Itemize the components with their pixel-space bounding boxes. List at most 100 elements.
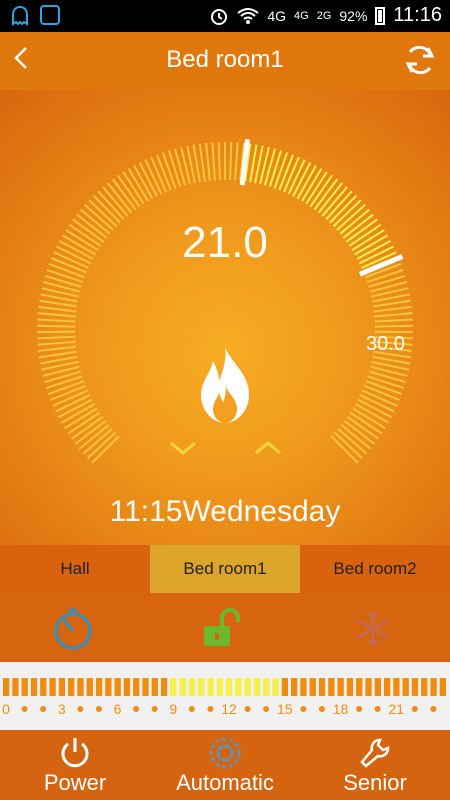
dial-tick xyxy=(365,380,403,396)
clock: 11:16 xyxy=(393,4,442,26)
schedule-slot[interactable] xyxy=(374,678,381,696)
decrease-temp-button[interactable] xyxy=(163,435,203,461)
senior-button[interactable]: Senior xyxy=(300,730,450,800)
schedule-slot[interactable] xyxy=(281,678,289,696)
schedule-slot[interactable] xyxy=(105,678,112,696)
temperature-dial[interactable] xyxy=(0,90,450,545)
dial-tick xyxy=(47,380,85,396)
hour-dot xyxy=(318,706,325,712)
schedule-slot[interactable] xyxy=(142,678,149,696)
mode-icon-row xyxy=(0,600,450,660)
network-small-1: 4G xyxy=(294,9,309,22)
schedule-slot[interactable] xyxy=(328,678,335,696)
battery-icon xyxy=(375,6,386,25)
schedule-slot[interactable] xyxy=(263,678,270,696)
schedule-slot[interactable] xyxy=(95,678,103,696)
power-label: Power xyxy=(43,770,107,795)
dial-tick xyxy=(45,375,83,390)
dial-tick xyxy=(234,142,239,181)
schedule-slot[interactable] xyxy=(49,678,56,696)
room-tab-label: Bed room1 xyxy=(183,559,267,578)
schedule-slot[interactable] xyxy=(253,678,261,696)
schedule-slot[interactable] xyxy=(383,678,391,696)
room-tab-bedroom2[interactable]: Bed room2 xyxy=(300,545,450,593)
room-tab-hall[interactable]: Hall xyxy=(0,545,150,593)
schedule-slot[interactable] xyxy=(133,678,140,696)
schedule-slot[interactable] xyxy=(179,678,186,696)
schedule-slot[interactable] xyxy=(318,678,326,696)
schedule-slot[interactable] xyxy=(114,678,121,696)
thermostat-panel: 21.0 30.0 11:15Wednesday xyxy=(0,90,450,545)
schedule-slot[interactable] xyxy=(21,678,28,696)
schedule-slot[interactable] xyxy=(291,678,298,696)
wrench-icon xyxy=(360,738,390,768)
schedule-slot[interactable] xyxy=(216,678,223,696)
timer-icon[interactable] xyxy=(50,606,96,652)
schedule-slot[interactable] xyxy=(365,678,372,696)
schedule-slot[interactable] xyxy=(58,678,66,696)
schedule-slot[interactable] xyxy=(151,678,158,696)
schedule-slot[interactable] xyxy=(198,678,205,696)
schedule-slot[interactable] xyxy=(40,678,47,696)
dial-tick xyxy=(161,152,177,189)
hour-label: 0 xyxy=(2,701,10,717)
dial-tick xyxy=(39,299,78,308)
dial-tick xyxy=(374,324,413,328)
dial-tick xyxy=(368,370,406,384)
schedule-slot[interactable] xyxy=(77,678,84,696)
schedule-slot[interactable] xyxy=(30,678,38,696)
dial-tick xyxy=(38,305,77,313)
refresh-icon[interactable] xyxy=(402,42,438,78)
schedule-slot[interactable] xyxy=(393,678,400,696)
schedule-slot[interactable] xyxy=(68,678,75,696)
schedule-slot[interactable] xyxy=(430,678,437,696)
schedule-slot[interactable] xyxy=(439,678,446,696)
battery-percent: 92% xyxy=(339,7,368,24)
dial-tick xyxy=(373,305,412,313)
room-tab-label: Bed room2 xyxy=(333,559,417,578)
schedule-slot[interactable] xyxy=(337,678,344,696)
hour-dot xyxy=(207,706,214,712)
snowflake-icon[interactable] xyxy=(350,606,396,652)
schedule-slot[interactable] xyxy=(3,678,10,696)
schedule-slot[interactable] xyxy=(235,678,242,696)
schedule-slot[interactable] xyxy=(86,678,93,696)
power-icon xyxy=(61,738,89,768)
dial-tick xyxy=(44,370,82,384)
alarm-icon xyxy=(211,8,228,25)
schedule-slot[interactable] xyxy=(402,678,409,696)
wifi-icon xyxy=(237,7,259,24)
schedule-slot[interactable] xyxy=(226,678,233,696)
schedule-slot[interactable] xyxy=(160,678,168,696)
schedule-slot[interactable] xyxy=(421,678,428,696)
hour-dot xyxy=(188,706,195,712)
automatic-label: Automatic xyxy=(176,770,274,795)
schedule-slot[interactable] xyxy=(272,678,279,696)
dial-tick xyxy=(46,268,84,283)
schedule-slot[interactable] xyxy=(170,678,177,696)
schedule-slot[interactable] xyxy=(12,678,19,696)
increase-temp-button[interactable] xyxy=(248,435,288,461)
app-notification-icon xyxy=(40,5,60,25)
schedule-slot[interactable] xyxy=(356,678,363,696)
schedule-slot[interactable] xyxy=(309,678,316,696)
dial-tick xyxy=(372,299,411,308)
flame-icon xyxy=(201,347,249,423)
hour-dot xyxy=(430,706,437,712)
dial-tick xyxy=(37,318,76,323)
automatic-button[interactable]: Automatic xyxy=(150,730,300,800)
hour-dot xyxy=(356,706,363,712)
power-button[interactable]: Power xyxy=(0,730,150,800)
schedule-slot[interactable] xyxy=(411,678,419,696)
schedule-slot[interactable] xyxy=(346,678,354,696)
senior-label: Senior xyxy=(343,770,407,795)
schedule-slot[interactable] xyxy=(244,678,251,696)
schedule-slot[interactable] xyxy=(188,678,196,696)
current-temperature: 21.0 xyxy=(182,218,268,267)
room-tab-bedroom1[interactable]: Bed room1 xyxy=(150,545,300,593)
schedule-slot[interactable] xyxy=(300,678,307,696)
schedule-timeline[interactable]: 0 3 6 9 12 15 18 21 xyxy=(0,662,450,730)
schedule-slot[interactable] xyxy=(207,678,214,696)
unlock-icon[interactable] xyxy=(200,606,246,652)
schedule-slot[interactable] xyxy=(123,678,131,696)
